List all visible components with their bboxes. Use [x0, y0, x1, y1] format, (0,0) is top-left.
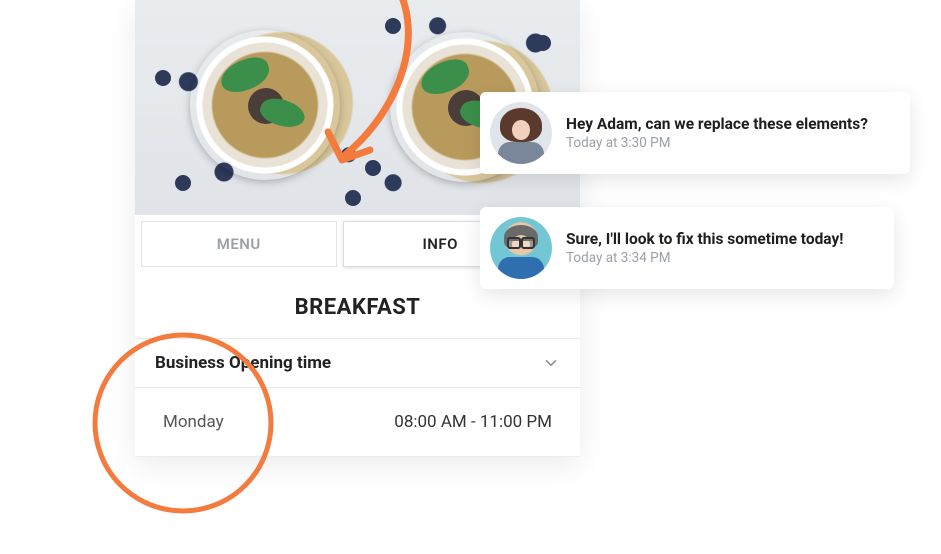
hours-day: Monday [163, 412, 224, 432]
accordion-title: Business Opening time [155, 353, 331, 373]
accordion-business-hours[interactable]: Business Opening time [135, 338, 580, 388]
avatar [490, 102, 552, 164]
food-bowl-image [190, 30, 340, 180]
avatar [490, 217, 552, 279]
hours-row: Monday 08:00 AM - 11:00 PM [135, 388, 580, 457]
chevron-down-icon [542, 354, 560, 372]
tab-menu[interactable]: MENU [141, 221, 337, 267]
comment-bubble[interactable]: Sure, I'll look to fix this sometime tod… [480, 207, 894, 289]
comment-timestamp: Today at 3:34 PM [566, 250, 844, 266]
comment-message: Sure, I'll look to fix this sometime tod… [566, 230, 844, 248]
comment-bubble[interactable]: Hey Adam, can we replace these elements?… [480, 92, 910, 174]
comment-message: Hey Adam, can we replace these elements? [566, 115, 868, 133]
comment-timestamp: Today at 3:30 PM [566, 135, 868, 151]
hours-time: 08:00 AM - 11:00 PM [394, 412, 552, 432]
